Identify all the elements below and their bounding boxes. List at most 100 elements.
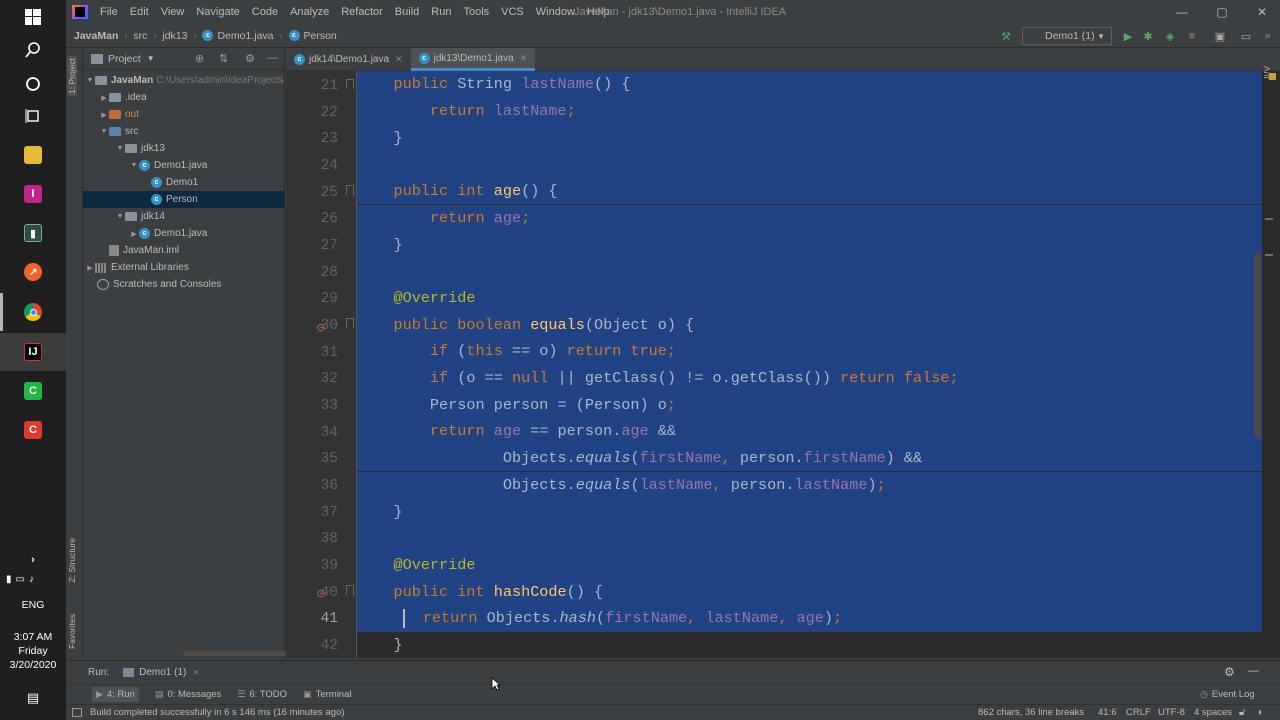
maximize-icon[interactable]: ▢ bbox=[1202, 0, 1242, 24]
close-icon[interactable]: ✕ bbox=[1242, 0, 1280, 24]
caret-position[interactable]: 41:6 bbox=[1098, 707, 1117, 718]
menu-view[interactable]: View bbox=[155, 6, 191, 18]
line-separator[interactable]: CRLF bbox=[1126, 707, 1151, 718]
override-marker-icon[interactable]: ⊙ bbox=[314, 320, 328, 334]
tree-node-jdk14-demo1[interactable]: ▶ c Demo1.java bbox=[83, 225, 285, 242]
run-tool-button[interactable]: ▶ 4: Run bbox=[92, 687, 139, 702]
breadcrumb-file[interactable]: Demo1.java bbox=[217, 30, 273, 42]
code-line-22[interactable]: return lastName; bbox=[357, 97, 1262, 125]
collapsed-arrow-icon[interactable]: ▶ bbox=[99, 111, 109, 119]
fold-marker-icon[interactable] bbox=[346, 585, 354, 595]
presentation-icon[interactable]: ▭ bbox=[1238, 28, 1254, 44]
favorites-tool-tab[interactable]: Favorites bbox=[67, 614, 77, 649]
menu-build[interactable]: Build bbox=[389, 6, 425, 18]
collapse-all-icon[interactable]: ⇅ bbox=[219, 52, 228, 65]
tree-node-scratches[interactable]: Scratches and Consoles bbox=[83, 276, 285, 293]
override-marker-icon[interactable]: ⊙ bbox=[314, 586, 328, 600]
code-line-27[interactable]: } bbox=[357, 231, 1262, 258]
minimize-icon[interactable]: — bbox=[1162, 0, 1202, 24]
code-line-34[interactable]: return age == person. age && bbox=[357, 418, 1262, 445]
todo-tool-button[interactable]: ☰ 6: TODO bbox=[237, 689, 287, 700]
collapsed-arrow-icon[interactable]: ▶ bbox=[85, 264, 95, 272]
editor-vertical-scrollbar[interactable] bbox=[1254, 253, 1261, 438]
fold-marker-icon[interactable] bbox=[346, 185, 354, 195]
menu-edit[interactable]: Edit bbox=[124, 6, 155, 18]
tree-node-jdk13[interactable]: ▼ jdk13 bbox=[83, 140, 285, 157]
collapsed-arrow-icon[interactable]: ▶ bbox=[129, 230, 139, 238]
code-line-30[interactable]: public boolean equals (Object o) { bbox=[357, 311, 1262, 338]
volume-icon[interactable]: ♪ bbox=[29, 574, 34, 585]
search-icon[interactable] bbox=[14, 35, 52, 65]
clion-app-icon[interactable]: C bbox=[14, 376, 52, 406]
windows-start-icon[interactable] bbox=[14, 2, 52, 32]
code-line-23[interactable]: } bbox=[357, 124, 1262, 152]
code-line-38[interactable] bbox=[357, 524, 1262, 552]
breadcrumb-jdk13[interactable]: jdk13 bbox=[162, 30, 187, 42]
language-indicator[interactable]: ENG bbox=[0, 598, 66, 612]
expanded-arrow-icon[interactable]: ▼ bbox=[129, 162, 139, 169]
indent-setting[interactable]: 4 spaces bbox=[1194, 707, 1232, 718]
code-line-37[interactable]: } bbox=[357, 498, 1262, 525]
usb-icon[interactable]: ▮ bbox=[6, 574, 12, 585]
code-editor[interactable]: 21 22 23 24 25 26 27 28 29 30 31 32 33 3… bbox=[286, 71, 1280, 658]
task-view-icon[interactable] bbox=[14, 101, 52, 131]
close-tab-icon[interactable]: ✕ bbox=[395, 54, 403, 65]
ant-tool-tab[interactable]: Ant bbox=[1262, 66, 1272, 79]
run-icon[interactable]: ▶ bbox=[1120, 28, 1136, 44]
tab-jdk13-demo1[interactable]: c jdk13\Demo1.java ✕ bbox=[410, 48, 536, 71]
system-tray[interactable]: ▮ ▭ ♪ bbox=[6, 574, 34, 585]
code-line-42[interactable]: } bbox=[357, 632, 1262, 658]
expanded-arrow-icon[interactable]: ▼ bbox=[99, 128, 109, 135]
project-view-select[interactable]: Project bbox=[108, 53, 141, 65]
warning-stripe-mark[interactable] bbox=[1265, 254, 1273, 256]
tree-node-demo1-file[interactable]: ▼ c Demo1.java bbox=[83, 157, 285, 174]
fold-marker-icon[interactable] bbox=[346, 79, 354, 89]
tree-node-jdk14[interactable]: ▼ jdk14 bbox=[83, 208, 285, 225]
menu-vcs[interactable]: VCS bbox=[495, 6, 530, 18]
code-line-39[interactable]: @Override bbox=[357, 551, 1262, 579]
build-hammer-icon[interactable]: ⚒ bbox=[998, 28, 1014, 44]
menu-navigate[interactable]: Navigate bbox=[190, 6, 245, 18]
code-text-area[interactable]: public String lastName() { return lastNa… bbox=[357, 71, 1262, 658]
browser-app-icon[interactable]: ↗ bbox=[14, 257, 52, 287]
run-tab[interactable]: Demo1 (1) ✕ bbox=[123, 667, 199, 678]
chrome-icon[interactable] bbox=[14, 297, 52, 327]
code-line-28[interactable] bbox=[357, 257, 1262, 285]
breadcrumb-project[interactable]: JavaMan bbox=[74, 30, 118, 42]
event-log-button[interactable]: ◷ Event Log bbox=[1200, 689, 1255, 700]
expanded-arrow-icon[interactable]: ▼ bbox=[115, 145, 125, 152]
status-message[interactable]: Build completed successfully in 6 s 146 … bbox=[90, 707, 345, 718]
notifications-icon[interactable]: ▤ bbox=[14, 683, 52, 713]
intellij-app-icon[interactable]: I bbox=[14, 179, 52, 209]
file-explorer-icon[interactable] bbox=[14, 140, 52, 170]
intellij-idea-icon[interactable]: IJ bbox=[14, 337, 52, 367]
code-line-33[interactable]: Person person = (Person) o; bbox=[357, 391, 1262, 419]
tree-node-person-class[interactable]: c Person bbox=[83, 191, 285, 208]
close-tab-icon[interactable]: ✕ bbox=[520, 53, 528, 64]
project-horizontal-scrollbar[interactable] bbox=[83, 651, 313, 657]
coverage-icon[interactable]: ◈ bbox=[1162, 28, 1178, 44]
terminal-tool-button[interactable]: ▣ Terminal bbox=[303, 689, 351, 700]
gear-icon[interactable]: ⚙ bbox=[1224, 665, 1235, 679]
clock-time[interactable]: 3:07 AM bbox=[0, 630, 66, 644]
tab-jdk14-demo1[interactable]: c jdk14\Demo1.java ✕ bbox=[286, 48, 411, 71]
debug-icon[interactable]: ✱ bbox=[1140, 28, 1156, 44]
code-line-26[interactable]: return age; bbox=[357, 204, 1262, 232]
network-icon[interactable]: ▭ bbox=[16, 574, 25, 585]
code-line-36[interactable]: Objects. equals(lastName, person. lastName… bbox=[357, 471, 1262, 499]
code-line-31[interactable]: if (this == o) return true; bbox=[357, 338, 1262, 365]
editor-error-stripe[interactable] bbox=[1262, 71, 1280, 658]
menu-analyze[interactable]: Analyze bbox=[284, 6, 335, 18]
hide-panel-icon[interactable]: — bbox=[267, 52, 278, 64]
code-line-41[interactable]: return Objects. hash(firstName, lastName,… bbox=[357, 605, 1262, 632]
menu-tools[interactable]: Tools bbox=[457, 6, 495, 18]
code-line-24[interactable] bbox=[357, 151, 1262, 178]
run-config-select[interactable]: Demo1 (1) ▼ bbox=[1022, 27, 1112, 45]
breadcrumb-class[interactable]: Person bbox=[304, 30, 337, 42]
tree-node-src[interactable]: ▼ src bbox=[83, 123, 285, 140]
chevron-up-icon[interactable]: › bbox=[14, 545, 52, 575]
menu-code[interactable]: Code bbox=[246, 6, 284, 18]
code-line-35[interactable]: Objects. equals(firstName, person. firstNa… bbox=[357, 444, 1262, 472]
expanded-arrow-icon[interactable]: ▼ bbox=[85, 77, 95, 84]
chevron-down-icon[interactable]: ▼ bbox=[147, 54, 155, 63]
